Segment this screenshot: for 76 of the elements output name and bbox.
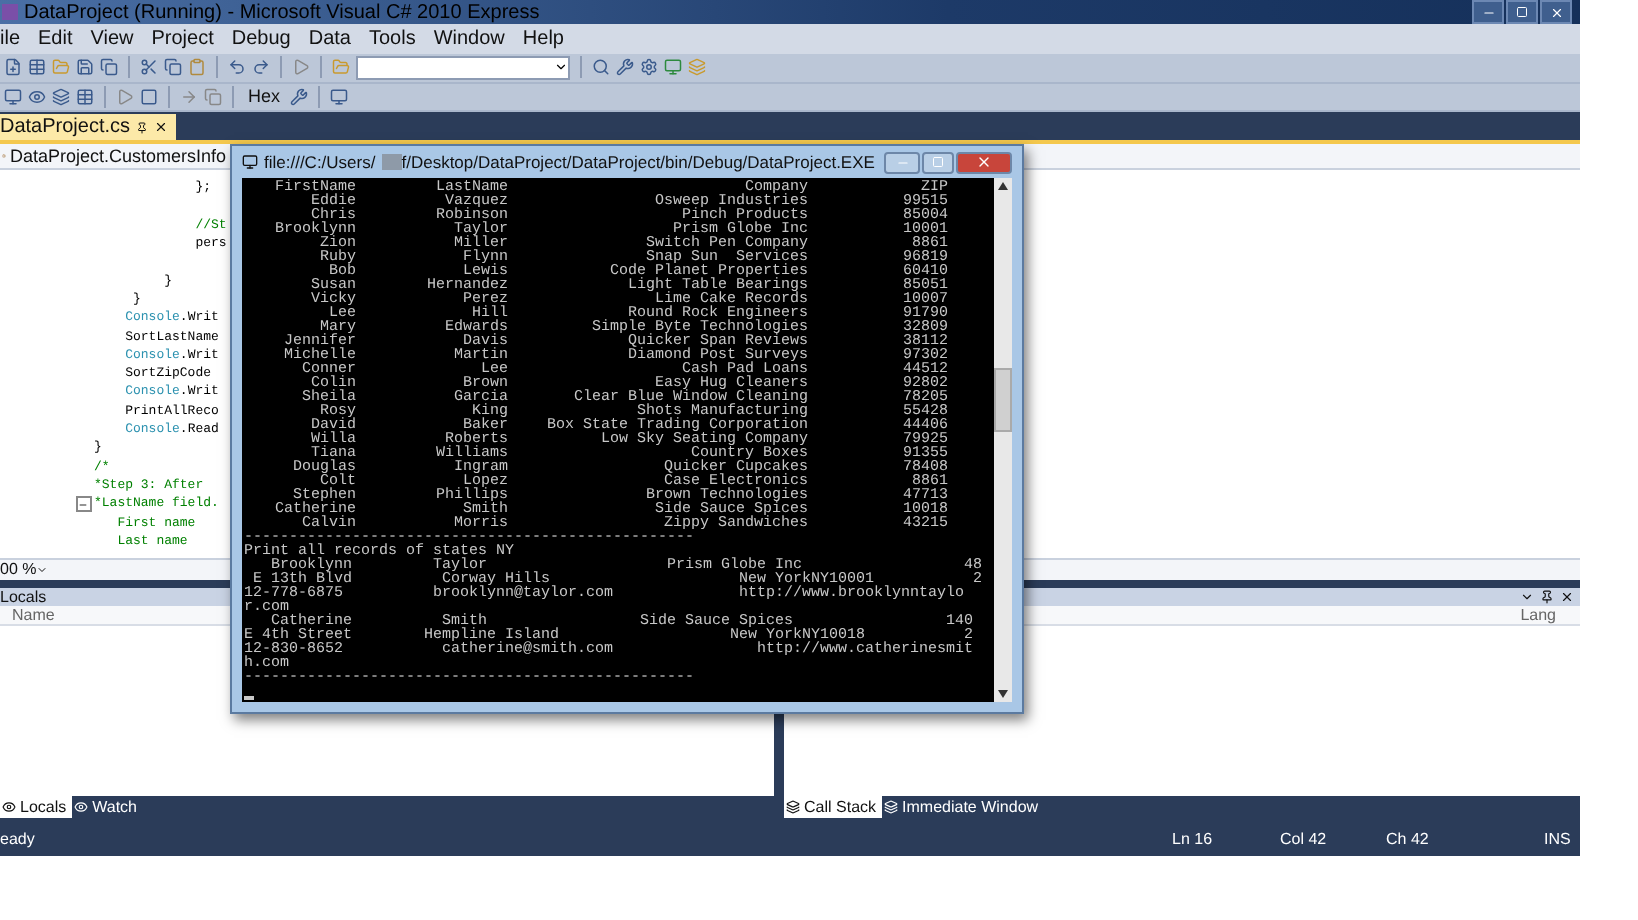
menu-item[interactable]: Debug bbox=[231, 27, 291, 50]
collapse-icon[interactable] bbox=[75, 496, 91, 513]
copy-icon[interactable] bbox=[164, 58, 182, 77]
menu-item[interactable]: ile bbox=[0, 27, 21, 50]
minimize-button[interactable] bbox=[1472, 0, 1504, 24]
cut-icon[interactable] bbox=[140, 58, 158, 77]
menu-item[interactable]: Data bbox=[308, 27, 351, 50]
table-icon[interactable] bbox=[28, 58, 46, 77]
panel-title: Locals bbox=[0, 587, 47, 606]
console-title: f/Desktop/DataProject/DataProject/bin/Debug/DataProject.EXE bbox=[401, 152, 875, 172]
console-title: file:///C:/Users/ bbox=[264, 152, 376, 172]
scroll-bar[interactable] bbox=[994, 178, 1012, 702]
close-icon bbox=[1560, 589, 1574, 604]
redaction-block bbox=[381, 154, 402, 170]
status-message: eady bbox=[0, 829, 37, 848]
document-tab[interactable]: DataProject.cs bbox=[0, 114, 177, 141]
layers-icon bbox=[786, 800, 800, 815]
close-icon bbox=[1549, 5, 1563, 19]
close-button[interactable] bbox=[1540, 0, 1572, 24]
column-header[interactable]: Lang bbox=[1520, 605, 1556, 624]
column-number: Col 42 bbox=[1280, 829, 1329, 848]
up-arrow-icon bbox=[998, 182, 1008, 190]
type-combo-box[interactable]: DataProject.CustomersInfo bbox=[0, 144, 226, 169]
menu-item[interactable]: View bbox=[90, 27, 134, 50]
find-combo-box[interactable] bbox=[356, 55, 570, 80]
caret-icon bbox=[1520, 589, 1534, 604]
insert-mode: INS bbox=[1544, 829, 1571, 848]
scroll-thumb bbox=[994, 368, 1012, 432]
table-icon[interactable] bbox=[76, 87, 94, 106]
layers-icon bbox=[884, 800, 899, 815]
down-arrow-icon bbox=[998, 690, 1008, 698]
window-icon[interactable] bbox=[330, 87, 349, 106]
char-number: Ch 42 bbox=[1386, 829, 1431, 848]
console-cursor bbox=[244, 696, 254, 700]
panel-tab[interactable]: Locals bbox=[0, 796, 73, 819]
line-number: Ln 16 bbox=[1172, 829, 1215, 848]
zoom-combo-box[interactable]: 00 % bbox=[0, 560, 60, 579]
menu-item[interactable]: Window bbox=[433, 27, 505, 50]
menu-item[interactable]: Project bbox=[151, 27, 214, 50]
pin-icon bbox=[1540, 589, 1554, 604]
redo-icon[interactable] bbox=[252, 58, 270, 77]
menu-item[interactable]: Tools bbox=[368, 27, 416, 50]
undo-icon[interactable] bbox=[228, 58, 246, 77]
eye-icon[interactable] bbox=[28, 87, 46, 106]
settings-icon[interactable] bbox=[640, 58, 658, 77]
maximize-icon bbox=[932, 156, 944, 168]
window-title: DataProject (Running) - Microsoft Visual C# 2010 Express bbox=[24, 1, 540, 23]
save-icon[interactable] bbox=[76, 58, 94, 77]
eye-icon bbox=[2, 800, 16, 815]
eye-icon bbox=[74, 800, 89, 815]
wrench-icon[interactable] bbox=[616, 58, 634, 77]
close-icon bbox=[154, 120, 169, 135]
hex-button[interactable]: Hex bbox=[244, 86, 285, 107]
maximize-button[interactable] bbox=[922, 151, 954, 173]
search-icon[interactable] bbox=[592, 58, 610, 77]
wrench-icon[interactable] bbox=[290, 87, 309, 106]
window-icon[interactable] bbox=[4, 87, 22, 106]
column-header[interactable]: Name bbox=[12, 605, 55, 624]
pin-icon bbox=[136, 121, 149, 134]
minimize-button[interactable] bbox=[884, 151, 920, 173]
console-icon bbox=[242, 154, 258, 170]
layers-icon[interactable] bbox=[52, 87, 70, 106]
new-file-icon[interactable] bbox=[4, 58, 22, 77]
caret-icon bbox=[36, 563, 49, 576]
stop-icon[interactable] bbox=[140, 87, 158, 106]
panel-tab[interactable]: Immediate Window bbox=[882, 796, 1045, 819]
close-button[interactable] bbox=[956, 151, 1012, 173]
menu-item[interactable]: Help bbox=[522, 27, 564, 50]
monitor-icon[interactable] bbox=[664, 58, 682, 77]
panel-tab[interactable]: Call Stack bbox=[784, 796, 883, 819]
menu-item[interactable]: Edit bbox=[38, 27, 73, 50]
close-icon bbox=[976, 154, 992, 170]
panel-tab[interactable]: Watch bbox=[72, 796, 143, 819]
maximize-icon bbox=[1516, 6, 1528, 18]
maximize-button[interactable] bbox=[1506, 0, 1538, 24]
app-icon bbox=[2, 4, 18, 20]
